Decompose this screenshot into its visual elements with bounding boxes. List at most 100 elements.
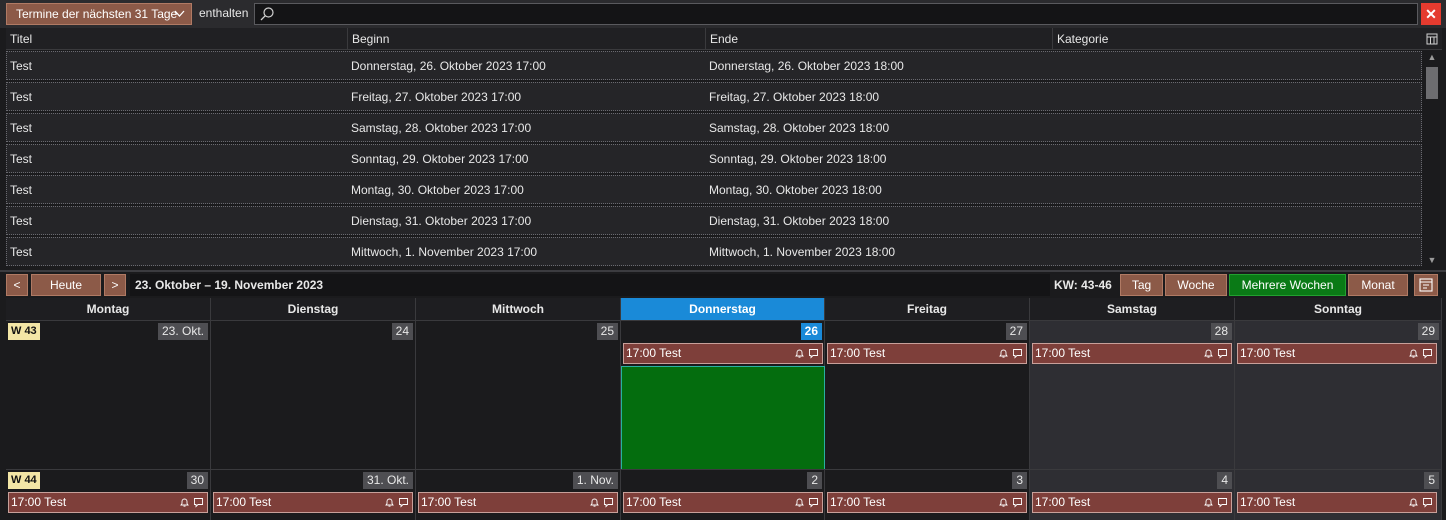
calendar-grid: Montag Dienstag Mittwoch Donnerstag Frei… [6, 298, 1442, 520]
event-label: 17:00 Test [1035, 495, 1091, 509]
cell-title: Test [10, 152, 33, 166]
table-row[interactable]: Test Dienstag, 31. Oktober 2023 17:00 Di… [6, 206, 1422, 235]
day-cell[interactable]: 2 17:00 Test [621, 469, 825, 520]
comment-icon [809, 498, 818, 508]
day-cell-today[interactable]: 26 17:00 Test [621, 320, 825, 470]
column-header-category[interactable]: Kategorie [1052, 28, 1422, 50]
comment-icon [1423, 349, 1432, 359]
clear-filter-button[interactable]: ✕ [1421, 3, 1441, 25]
table-row[interactable]: Test Mittwoch, 1. November 2023 17:00 Mi… [6, 237, 1422, 266]
bell-icon [1204, 498, 1213, 507]
view-month-button[interactable]: Monat [1348, 274, 1408, 296]
day-cell[interactable]: W 44 30 17:00 Test [6, 469, 211, 520]
cell-title: Test [10, 121, 33, 135]
day-cell[interactable]: 5 17:00 Test [1235, 469, 1442, 520]
date-label: 5 [1424, 472, 1439, 489]
day-cell[interactable]: 31. Okt. 17:00 Test [211, 469, 416, 520]
day-header-friday: Freitag [825, 298, 1030, 320]
selected-day-highlight [621, 366, 825, 470]
date-range-label: 23. Oktober – 19. November 2023 [130, 274, 1050, 296]
event-label: 17:00 Test [626, 346, 682, 360]
day-cell[interactable]: 29 17:00 Test [1235, 320, 1442, 469]
previous-button[interactable]: < [6, 274, 28, 296]
bell-icon [999, 498, 1008, 507]
view-day-button[interactable]: Tag [1120, 274, 1163, 296]
table-row[interactable]: Test Sonntag, 29. Oktober 2023 17:00 Son… [6, 144, 1422, 173]
day-cell[interactable]: W 43 23. Okt. [6, 320, 211, 469]
cell-title: Test [10, 59, 33, 73]
calendar-event[interactable]: 17:00 Test [8, 492, 208, 513]
column-header-title[interactable]: Titel [6, 28, 347, 50]
date-label: 28 [1210, 323, 1232, 340]
date-label: 30 [186, 472, 208, 489]
range-filter-label: Termine der nächsten 31 Tage [16, 7, 178, 21]
date-label: 31. Okt. [362, 472, 413, 489]
calendar-toolbar: < Heute > 23. Oktober – 19. November 202… [0, 270, 1446, 298]
search-icon [259, 6, 275, 22]
calendar-event[interactable]: 17:00 Test [1237, 492, 1437, 513]
day-cell[interactable]: 27 17:00 Test [825, 320, 1030, 469]
day-header-tuesday: Dienstag [211, 298, 416, 320]
day-cell[interactable]: 28 17:00 Test [1030, 320, 1235, 469]
calendar-event[interactable]: 17:00 Test [1032, 492, 1232, 513]
calendar-event[interactable]: 17:00 Test [623, 343, 823, 364]
search-input[interactable] [254, 3, 1418, 25]
event-label: 17:00 Test [1035, 346, 1091, 360]
event-label: 17:00 Test [11, 495, 67, 509]
column-header-end[interactable]: Ende [705, 28, 1052, 50]
day-cell[interactable]: 25 [416, 320, 621, 469]
comment-icon [1218, 349, 1227, 359]
comment-icon [604, 498, 613, 508]
calendar-event[interactable]: 17:00 Test [827, 492, 1027, 513]
calendar-event[interactable]: 17:00 Test [1237, 343, 1437, 364]
cell-title: Test [10, 183, 33, 197]
event-label: 17:00 Test [1240, 346, 1296, 360]
week-number-badge: W 44 [8, 472, 40, 489]
table-scrollbar[interactable]: ▲ ▼ [1424, 51, 1440, 266]
table-row[interactable]: Test Donnerstag, 26. Oktober 2023 17:00 … [6, 51, 1422, 80]
calendar-settings-button[interactable] [1414, 274, 1438, 296]
bell-icon [180, 498, 189, 507]
calendar-event[interactable]: 17:00 Test [623, 492, 823, 513]
calendar-event[interactable]: 17:00 Test [213, 492, 413, 513]
table-row[interactable]: Test Samstag, 28. Oktober 2023 17:00 Sam… [6, 113, 1422, 142]
day-cell[interactable]: 3 17:00 Test [825, 469, 1030, 520]
day-cell[interactable]: 24 [211, 320, 416, 469]
event-label: 17:00 Test [830, 346, 886, 360]
comment-icon [399, 498, 408, 508]
cell-end: Mittwoch, 1. November 2023 18:00 [709, 245, 896, 259]
day-cell[interactable]: 4 17:00 Test [1030, 469, 1235, 520]
next-button[interactable]: > [104, 274, 126, 296]
cell-end: Donnerstag, 26. Oktober 2023 18:00 [709, 59, 904, 73]
cell-end: Sonntag, 29. Oktober 2023 18:00 [709, 152, 887, 166]
cell-begin: Freitag, 27. Oktober 2023 17:00 [351, 90, 522, 104]
bell-icon [1409, 498, 1418, 507]
today-button[interactable]: Heute [31, 274, 101, 296]
filter-mode-label: enthalten [199, 6, 249, 20]
bell-icon [795, 349, 804, 358]
calendar-event[interactable]: 17:00 Test [1032, 343, 1232, 364]
date-label: 4 [1217, 472, 1232, 489]
chevron-left-icon: < [13, 278, 21, 292]
calendar-event[interactable]: 17:00 Test [827, 343, 1027, 364]
day-cell[interactable]: 1. Nov. 17:00 Test [416, 469, 621, 520]
week-number-badge: W 43 [8, 323, 40, 340]
table-row[interactable]: Test Freitag, 27. Oktober 2023 17:00 Fre… [6, 82, 1422, 111]
cell-title: Test [10, 214, 33, 228]
scroll-up-icon[interactable]: ▲ [1424, 51, 1440, 63]
scrollbar-thumb[interactable] [1426, 67, 1438, 99]
calendar-week-label: KW: 43-46 [1054, 278, 1112, 292]
table-row[interactable]: Test Montag, 30. Oktober 2023 17:00 Mont… [6, 175, 1422, 204]
date-label: 29 [1417, 323, 1439, 340]
view-multi-week-button[interactable]: Mehrere Wochen [1229, 274, 1346, 296]
comment-icon [809, 349, 818, 359]
column-chooser-icon[interactable] [1424, 31, 1440, 47]
scroll-down-icon[interactable]: ▼ [1424, 254, 1440, 266]
date-label: 24 [391, 323, 413, 340]
calendar-event[interactable]: 17:00 Test [418, 492, 618, 513]
view-week-button[interactable]: Woche [1165, 274, 1227, 296]
column-header-begin[interactable]: Beginn [347, 28, 705, 50]
comment-icon [194, 498, 203, 508]
range-filter-dropdown[interactable]: Termine der nächsten 31 Tage [6, 3, 192, 25]
filter-bar: Termine der nächsten 31 Tage enthalten ✕ [0, 0, 1446, 28]
